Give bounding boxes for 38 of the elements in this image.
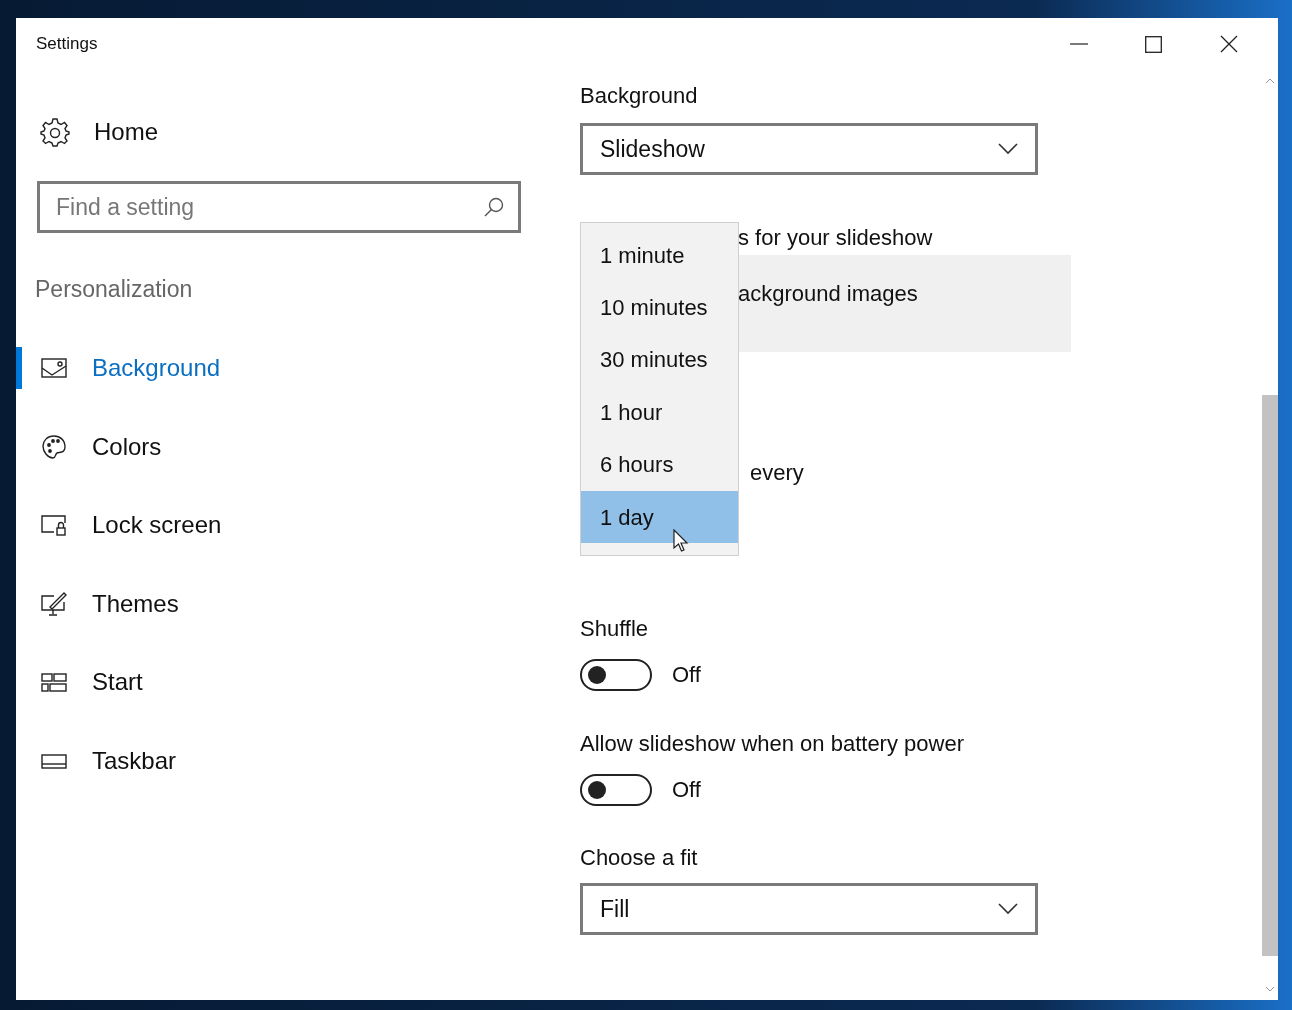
menu-option[interactable]: 1 day (581, 490, 738, 544)
scrollbar-thumb[interactable] (1262, 395, 1278, 956)
field-label: Background (580, 85, 699, 107)
menu-option[interactable]: 1 hour (581, 386, 738, 439)
nav-item[interactable]: Taskbar (92, 742, 177, 779)
maximize-icon (1145, 35, 1162, 53)
scroll-up-icon[interactable] (1265, 78, 1275, 84)
nav-item[interactable]: Background (92, 350, 221, 387)
albums-label: s for your slideshow (738, 227, 933, 249)
menu-option[interactable]: 10 minutes (581, 281, 738, 334)
search-field[interactable]: Find a setting (37, 181, 521, 233)
nav-item[interactable]: Themes (92, 585, 179, 622)
toggle-label: Allow slideshow when on battery power (580, 733, 965, 755)
toggle-state: Off (672, 776, 701, 804)
toggle-switch[interactable] (580, 773, 652, 806)
home-link[interactable]: Home (94, 114, 159, 150)
nav-item[interactable]: Lock screen (92, 507, 222, 544)
field-label: Choose a fit (580, 847, 699, 869)
close-icon (1219, 35, 1238, 53)
toggle-switch[interactable] (580, 658, 652, 691)
settings-icon (40, 117, 70, 147)
chevron-down-icon (998, 143, 1018, 155)
nav-item[interactable]: Colors (92, 428, 162, 465)
palette-icon (40, 432, 68, 461)
cursor-icon (673, 529, 689, 553)
interval-label: every (750, 462, 804, 484)
fit-dropdown[interactable]: Fill (580, 883, 1038, 935)
minimize-icon (1069, 43, 1088, 45)
menu-option[interactable]: 6 hours (581, 438, 738, 491)
search-icon (483, 196, 505, 218)
nav-item[interactable]: Start (92, 664, 143, 701)
background-dropdown[interactable]: Slideshow (580, 123, 1038, 175)
scroll-down-icon[interactable] (1265, 986, 1275, 992)
window-title: Settings (36, 33, 98, 56)
section-heading: Personalization (35, 278, 194, 301)
toggle-state: Off (672, 661, 701, 689)
toggle-label: Shuffle (580, 618, 650, 640)
chevron-down-icon (998, 903, 1018, 915)
